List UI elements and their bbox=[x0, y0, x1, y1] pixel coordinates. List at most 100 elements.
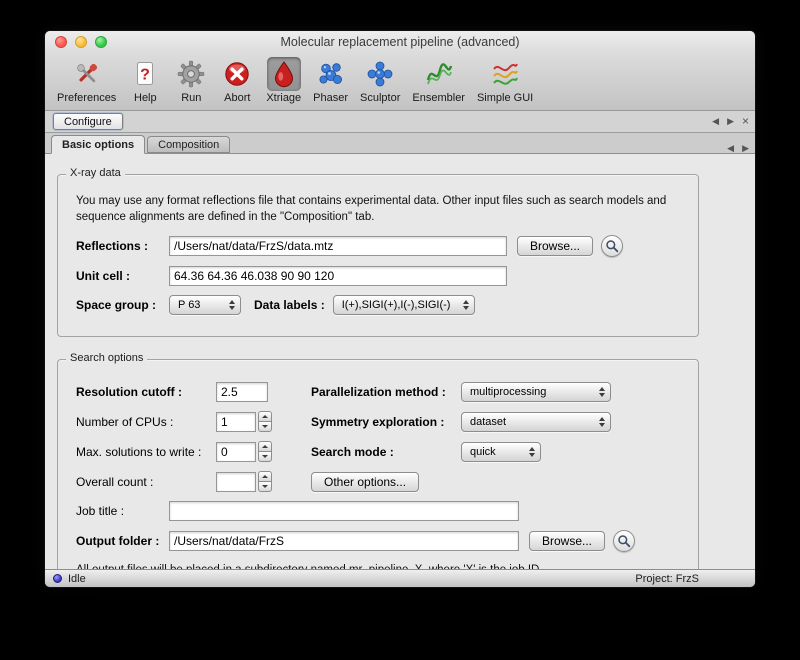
job-title-input[interactable] bbox=[169, 501, 519, 521]
output-folder-label: Output folder : bbox=[76, 534, 169, 548]
window-close-button[interactable] bbox=[55, 36, 67, 48]
unit-cell-label: Unit cell : bbox=[76, 269, 169, 283]
max-solutions-row: Max. solutions to write : Search mode : … bbox=[76, 441, 698, 462]
subtab-scroll-left-icon[interactable]: ◀ bbox=[727, 144, 734, 153]
data-labels-value: I(+),SIGI(+),I(-),SIGI(-) bbox=[342, 299, 451, 311]
unit-cell-row: Unit cell : bbox=[76, 266, 698, 286]
toolbar-label: Xtriage bbox=[266, 92, 301, 104]
reflections-row: Reflections : Browse... bbox=[76, 235, 698, 257]
max-solutions-stepper[interactable] bbox=[258, 441, 272, 462]
output-folder-input[interactable] bbox=[169, 531, 519, 551]
space-group-select[interactable]: P 63 bbox=[169, 295, 241, 315]
unit-cell-input[interactable] bbox=[169, 266, 507, 286]
toolbar-item-sculptor[interactable]: Sculptor bbox=[354, 56, 406, 105]
symmetry-label: Symmetry exploration : bbox=[311, 415, 461, 429]
ensembler-icon bbox=[422, 57, 456, 91]
toolbar-label: Run bbox=[181, 92, 201, 104]
stepper-up-icon[interactable] bbox=[258, 411, 272, 421]
notebook-nav: ◀ ▶ × bbox=[712, 116, 749, 127]
toolbar-label: Sculptor bbox=[360, 92, 400, 104]
toolbar-label: Help bbox=[134, 92, 157, 104]
toolbar-item-abort[interactable]: Abort bbox=[214, 56, 260, 105]
space-group-label: Space group : bbox=[76, 298, 169, 312]
search-mode-select[interactable]: quick bbox=[461, 442, 541, 462]
toolbar: Preferences ? Help bbox=[45, 53, 755, 111]
reflections-search-button[interactable] bbox=[601, 235, 623, 257]
overall-count-input[interactable] bbox=[216, 472, 256, 492]
window-zoom-button[interactable] bbox=[95, 36, 107, 48]
xtriage-icon bbox=[267, 57, 301, 91]
cpus-row: Number of CPUs : Symmetry exploration : … bbox=[76, 411, 698, 432]
toolbar-item-phaser[interactable]: Phaser bbox=[307, 56, 354, 105]
toolbar-item-ensembler[interactable]: Ensembler bbox=[406, 56, 471, 105]
tab-composition[interactable]: Composition bbox=[147, 136, 230, 153]
tab-configure[interactable]: Configure bbox=[53, 113, 123, 130]
num-cpus-input[interactable] bbox=[216, 412, 256, 432]
stepper-down-icon[interactable] bbox=[258, 451, 272, 462]
popup-arrows-icon bbox=[599, 417, 605, 427]
tab-scroll-right-icon[interactable]: ▶ bbox=[727, 117, 734, 126]
window-titlebar: Molecular replacement pipeline (advanced… bbox=[45, 31, 755, 53]
sculptor-icon bbox=[363, 57, 397, 91]
search-group-title: Search options bbox=[66, 352, 147, 364]
toolbar-label: Abort bbox=[224, 92, 250, 104]
tab-basic-options[interactable]: Basic options bbox=[51, 135, 145, 154]
toolbar-label: Phaser bbox=[313, 92, 348, 104]
parallelization-select[interactable]: multiprocessing bbox=[461, 382, 611, 402]
search-mode-label: Search mode : bbox=[311, 445, 461, 459]
space-group-value: P 63 bbox=[178, 299, 200, 311]
job-title-label: Job title : bbox=[76, 504, 169, 518]
magnifier-icon bbox=[617, 534, 631, 548]
magnifier-icon bbox=[605, 239, 619, 253]
tab-scroll-left-icon[interactable]: ◀ bbox=[712, 117, 719, 126]
symmetry-select[interactable]: dataset bbox=[461, 412, 611, 432]
window-controls bbox=[55, 36, 107, 48]
output-note: All output files will be placed in a sub… bbox=[76, 564, 688, 569]
window-minimize-button[interactable] bbox=[75, 36, 87, 48]
toolbar-label: Ensembler bbox=[412, 92, 465, 104]
parallelization-label: Parallelization method : bbox=[311, 385, 461, 399]
output-folder-search-button[interactable] bbox=[613, 530, 635, 552]
other-options-button[interactable]: Other options... bbox=[311, 472, 419, 492]
toolbar-item-help[interactable]: ? Help bbox=[122, 56, 168, 105]
help-icon: ? bbox=[128, 57, 162, 91]
phaser-icon bbox=[314, 57, 348, 91]
popup-arrows-icon bbox=[229, 300, 235, 310]
window-title: Molecular replacement pipeline (advanced… bbox=[45, 31, 755, 53]
status-bar: Idle Project: FrzS bbox=[45, 569, 755, 587]
toolbar-item-preferences[interactable]: Preferences bbox=[51, 56, 122, 105]
resolution-row: Resolution cutoff : Parallelization meth… bbox=[76, 382, 698, 402]
basic-options-panel: X-ray data You may use any format reflec… bbox=[45, 154, 755, 569]
stepper-up-icon[interactable] bbox=[258, 471, 272, 481]
toolbar-item-xtriage[interactable]: Xtriage bbox=[260, 56, 307, 105]
resolution-cutoff-label: Resolution cutoff : bbox=[76, 385, 216, 399]
overall-count-stepper[interactable] bbox=[258, 471, 272, 492]
toolbar-item-simple-gui[interactable]: Simple GUI bbox=[471, 56, 539, 105]
run-icon bbox=[174, 57, 208, 91]
num-cpus-label: Number of CPUs : bbox=[76, 415, 216, 429]
stepper-up-icon[interactable] bbox=[258, 441, 272, 451]
toolbar-item-run[interactable]: Run bbox=[168, 56, 214, 105]
num-cpus-stepper[interactable] bbox=[258, 411, 272, 432]
resolution-cutoff-input[interactable] bbox=[216, 382, 268, 402]
options-tabbar: Basic options Composition ◀ ▶ bbox=[45, 133, 755, 154]
toolbar-label: Simple GUI bbox=[477, 92, 533, 104]
preferences-icon bbox=[70, 57, 104, 91]
symmetry-value: dataset bbox=[470, 416, 506, 428]
max-solutions-input[interactable] bbox=[216, 442, 256, 462]
reflections-input[interactable] bbox=[169, 236, 507, 256]
options-tab-nav: ◀ ▶ bbox=[727, 144, 749, 153]
reflections-browse-button[interactable]: Browse... bbox=[517, 236, 593, 256]
xray-data-group: X-ray data You may use any format reflec… bbox=[57, 174, 699, 337]
stepper-down-icon[interactable] bbox=[258, 481, 272, 492]
notebook-tabbar: Configure ◀ ▶ × bbox=[45, 111, 755, 133]
overall-count-row: Overall count : Other options... bbox=[76, 471, 698, 492]
subtab-scroll-right-icon[interactable]: ▶ bbox=[742, 144, 749, 153]
reflections-label: Reflections : bbox=[76, 239, 169, 253]
stepper-down-icon[interactable] bbox=[258, 421, 272, 432]
output-folder-browse-button[interactable]: Browse... bbox=[529, 531, 605, 551]
xray-group-title: X-ray data bbox=[66, 167, 125, 179]
overall-count-label: Overall count : bbox=[76, 475, 216, 489]
tab-close-icon[interactable]: × bbox=[742, 115, 749, 127]
data-labels-select[interactable]: I(+),SIGI(+),I(-),SIGI(-) bbox=[333, 295, 475, 315]
